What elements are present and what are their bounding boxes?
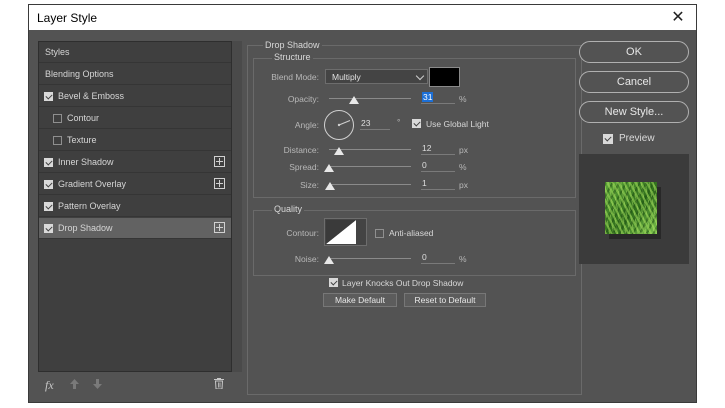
add-inner-shadow-icon[interactable] (214, 156, 225, 167)
styles-list-scrollbar[interactable] (232, 41, 242, 372)
styles-item-gradient-overlay[interactable]: Gradient Overlay (39, 174, 231, 195)
size-slider-track[interactable] (329, 184, 411, 185)
distance-field[interactable]: 12 (421, 143, 455, 155)
styles-item-label: Gradient Overlay (58, 179, 127, 189)
add-gradient-overlay-icon[interactable] (214, 178, 225, 189)
blend-mode-select[interactable]: Multiply (325, 69, 428, 84)
make-default-button[interactable]: Make Default (323, 293, 397, 307)
size-field[interactable]: 1 (421, 178, 455, 190)
styles-item-contour[interactable]: Contour (39, 108, 231, 129)
contour-label: Contour: (286, 228, 319, 238)
styles-item-drop-shadow[interactable]: Drop Shadow (39, 218, 231, 239)
close-icon[interactable]: ✕ (668, 7, 688, 27)
contour-checkbox[interactable] (53, 114, 62, 123)
size-label: Size: (300, 180, 319, 190)
styles-item-pattern-overlay[interactable]: Pattern Overlay (39, 196, 231, 217)
opacity-label: Opacity: (287, 94, 319, 104)
noise-label: Noise: (294, 254, 319, 264)
drop-shadow-title: Drop Shadow (263, 40, 322, 50)
styles-item-label: Contour (67, 113, 100, 123)
styles-item-blending-options[interactable]: Blending Options (39, 64, 231, 85)
angle-label: Angle: (294, 120, 319, 130)
styles-list: Styles Blending Options Bevel & Emboss C… (38, 41, 232, 372)
preview-thumbnail (579, 154, 689, 264)
distance-label: Distance: (283, 145, 319, 155)
quality-title: Quality (272, 204, 305, 214)
distance-value: 12 (422, 143, 432, 153)
angle-value: 23 (361, 118, 371, 128)
angle-field[interactable]: 23 (360, 118, 390, 130)
size-unit: px (459, 180, 468, 190)
styles-item-inner-shadow[interactable]: Inner Shadow (39, 152, 231, 173)
anti-aliased-checkbox[interactable] (375, 229, 384, 238)
styles-item-label: Styles (45, 47, 70, 57)
chevron-down-icon (415, 71, 425, 81)
anti-aliased-label: Anti-aliased (389, 228, 434, 238)
styles-item-bevel-emboss[interactable]: Bevel & Emboss (39, 86, 231, 107)
styles-list-toolbar: fx (38, 372, 242, 398)
noise-slider-thumb[interactable] (324, 256, 334, 264)
knockout-checkbox[interactable] (329, 278, 338, 287)
structure-title: Structure (272, 52, 313, 62)
spread-unit: % (459, 162, 467, 172)
noise-field[interactable]: 0 (421, 252, 455, 264)
pattern-overlay-checkbox[interactable] (44, 202, 53, 211)
move-up-icon[interactable] (70, 379, 79, 392)
opacity-slider-thumb[interactable] (349, 96, 359, 104)
styles-item-label: Inner Shadow (58, 157, 114, 167)
add-drop-shadow-icon[interactable] (214, 222, 225, 233)
spread-field[interactable]: 0 (421, 160, 455, 172)
texture-checkbox[interactable] (53, 136, 62, 145)
layer-style-dialog: Layer Style ✕ Styles Blending Options Be… (28, 4, 697, 403)
opacity-unit: % (459, 94, 467, 104)
title-bar: Layer Style ✕ (29, 5, 696, 30)
ok-button[interactable]: OK (579, 41, 689, 63)
noise-value: 0 (422, 252, 427, 262)
noise-slider-track[interactable] (329, 258, 411, 259)
fx-icon[interactable]: fx (45, 378, 54, 393)
knockout-label: Layer Knocks Out Drop Shadow (342, 278, 464, 288)
move-down-icon[interactable] (93, 379, 102, 392)
preview-checkbox[interactable] (603, 134, 613, 144)
spread-label: Spread: (289, 162, 319, 172)
angle-dial[interactable] (323, 109, 355, 141)
gradient-overlay-checkbox[interactable] (44, 180, 53, 189)
preview-label: Preview (619, 133, 655, 144)
new-style-button[interactable]: New Style... (579, 101, 689, 123)
styles-item-label: Pattern Overlay (58, 201, 121, 211)
styles-item-label: Bevel & Emboss (58, 91, 125, 101)
distance-slider-thumb[interactable] (334, 147, 344, 155)
styles-item-texture[interactable]: Texture (39, 130, 231, 151)
styles-item-label: Blending Options (45, 69, 114, 79)
use-global-light-checkbox[interactable] (412, 119, 421, 128)
opacity-slider-track[interactable] (329, 98, 411, 99)
noise-unit: % (459, 254, 467, 264)
opacity-field[interactable]: 31 (421, 92, 455, 104)
blend-mode-label: Blend Mode: (271, 72, 319, 82)
bevel-emboss-checkbox[interactable] (44, 92, 53, 101)
use-global-light-label: Use Global Light (426, 119, 489, 129)
spread-slider-track[interactable] (329, 166, 411, 167)
shadow-color-swatch[interactable] (429, 67, 460, 87)
distance-unit: px (459, 145, 468, 155)
angle-unit: ° (397, 117, 401, 127)
trash-icon[interactable] (214, 378, 224, 392)
styles-item-label: Drop Shadow (58, 223, 113, 233)
dialog-title: Layer Style (37, 11, 98, 25)
opacity-value: 31 (422, 92, 434, 102)
drop-shadow-checkbox[interactable] (44, 224, 53, 233)
blend-mode-value: Multiply (332, 72, 361, 82)
quality-group (253, 210, 576, 276)
contour-picker[interactable] (324, 218, 367, 246)
size-slider-thumb[interactable] (325, 182, 335, 190)
spread-slider-thumb[interactable] (324, 164, 334, 172)
reset-to-default-button[interactable]: Reset to Default (404, 293, 486, 307)
size-value: 1 (422, 178, 427, 188)
inner-shadow-checkbox[interactable] (44, 158, 53, 167)
cancel-button[interactable]: Cancel (579, 71, 689, 93)
grass-preview-image (605, 182, 657, 234)
spread-value: 0 (422, 160, 427, 170)
styles-item-styles[interactable]: Styles (39, 42, 231, 63)
styles-item-label: Texture (67, 135, 97, 145)
